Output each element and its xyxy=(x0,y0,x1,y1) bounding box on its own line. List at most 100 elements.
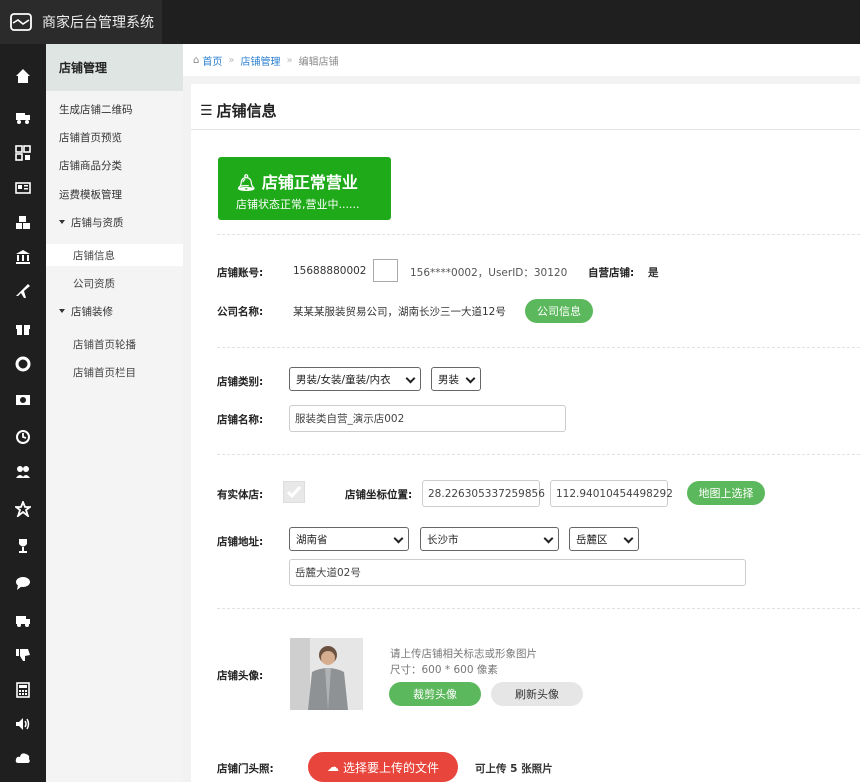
account-avatar-thumb xyxy=(373,259,398,282)
district-value: 岳麓区 xyxy=(576,533,608,546)
menu-item-columns[interactable]: 店铺首页栏目 xyxy=(46,361,183,383)
menu-sidebar: 店铺管理 生成店铺二维码 店铺首页预览 店铺商品分类 运费模板管理 店铺与资质 … xyxy=(46,44,183,782)
category-label: 店铺类别: xyxy=(217,376,264,388)
divider xyxy=(217,234,860,235)
main-area: ⌂ 首页 » 店铺管理 » 编辑店铺 ☰ 店铺信息 🔔︎ 店铺正常营业 店铺状态正… xyxy=(183,44,860,782)
divider xyxy=(217,454,860,455)
breadcrumb: ⌂ 首页 » 店铺管理 » 编辑店铺 xyxy=(183,44,860,76)
province-select[interactable]: 湖南省 xyxy=(289,527,409,551)
category-select-main[interactable]: 男装/女装/童装/内衣 xyxy=(289,367,421,391)
star-half-icon[interactable] xyxy=(0,497,46,521)
menu-head: 店铺管理 xyxy=(46,44,183,91)
panel-title: ☰ 店铺信息 xyxy=(200,100,277,121)
menu-item-preview[interactable]: 店铺首页预览 xyxy=(46,126,183,148)
icon-sidebar xyxy=(0,44,46,782)
shop-avatar-image xyxy=(290,638,363,710)
account-number: 15688880002 xyxy=(293,265,367,277)
upload-file-label: 选择要上传的文件 xyxy=(342,760,439,775)
status-badge: 🔔︎ 店铺正常营业 店铺状态正常,营业中...... xyxy=(218,157,391,220)
menu-item-category[interactable]: 店铺商品分类 xyxy=(46,154,183,176)
clock-icon[interactable] xyxy=(0,425,46,449)
account-label: 店铺账号: xyxy=(217,267,264,279)
latitude-input[interactable]: 28.226305337259856 xyxy=(422,480,545,507)
longitude-input[interactable]: 112.94010454498292 xyxy=(550,480,673,507)
home-icon[interactable] xyxy=(0,64,46,88)
account-info: 156****0002，UserID：30120 xyxy=(410,267,568,279)
self-operated-value: 是 xyxy=(648,267,659,279)
truck-icon[interactable] xyxy=(0,105,46,129)
physical-store-label: 有实体店: xyxy=(217,489,264,501)
avatar-label: 店铺头像: xyxy=(217,670,264,682)
cubes-icon[interactable] xyxy=(0,211,46,235)
address-label: 店铺地址: xyxy=(217,536,264,548)
menu-item-qrcode[interactable]: 生成店铺二维码 xyxy=(46,98,183,120)
self-operated-label: 自营店铺: xyxy=(588,267,635,279)
menu-item-freight[interactable]: 运费模板管理 xyxy=(46,183,183,205)
trophy-icon[interactable] xyxy=(0,534,46,558)
breadcrumb-home[interactable]: 首页 xyxy=(202,53,222,68)
shop-name-label: 店铺名称: xyxy=(217,414,264,426)
menu-item-carousel[interactable]: 店铺首页轮播 xyxy=(46,333,183,355)
qrcode-icon[interactable] xyxy=(0,141,46,165)
district-select[interactable]: 岳麓区 xyxy=(569,527,639,551)
menu-group-qualification[interactable]: 店铺与资质 xyxy=(46,211,183,233)
breadcrumb-separator: » xyxy=(228,54,235,66)
bell-icon: 🔔︎ xyxy=(236,173,257,192)
shipping-icon[interactable] xyxy=(0,608,46,632)
chevron-down-icon xyxy=(623,533,634,544)
company-info-button[interactable]: 公司信息 xyxy=(525,299,593,323)
users-icon[interactable] xyxy=(0,460,46,484)
category-select-sub[interactable]: 男装 xyxy=(431,367,481,391)
menu-item-company-qual[interactable]: 公司资质 xyxy=(46,272,183,294)
thumbs-down-icon[interactable] xyxy=(0,643,46,667)
refresh-avatar-button[interactable]: 刷新头像 xyxy=(491,682,583,706)
top-bar: 商家后台管理系统 xyxy=(0,0,860,44)
newspaper-icon[interactable] xyxy=(0,176,46,200)
coordinate-label: 店铺坐标位置: xyxy=(345,489,413,501)
menu-item-shop-info[interactable]: 店铺信息 xyxy=(46,244,183,266)
storefront-photo-label: 店铺门头照: xyxy=(217,763,274,775)
home-icon: ⌂ xyxy=(193,54,200,66)
menu-group-label: 店铺与资质 xyxy=(71,216,124,229)
caret-down-icon xyxy=(59,309,65,313)
brand[interactable]: 商家后台管理系统 xyxy=(0,0,162,44)
avatar-hint: 请上传店铺相关标志或形象图片 xyxy=(390,648,537,660)
bank-icon[interactable] xyxy=(0,245,46,269)
divider xyxy=(217,608,860,609)
breadcrumb-current: 编辑店铺 xyxy=(298,56,339,68)
money-icon[interactable] xyxy=(0,388,46,412)
physical-store-checkbox[interactable] xyxy=(283,481,305,503)
breadcrumb-separator: » xyxy=(286,54,293,66)
calculator-icon[interactable] xyxy=(0,678,46,702)
plane-icon[interactable] xyxy=(0,279,46,303)
street-input[interactable]: 岳麓大道02号 xyxy=(289,559,746,586)
category-select-main-value: 男装/女装/童装/内衣 xyxy=(296,373,391,386)
status-title: 🔔︎ 店铺正常营业 xyxy=(236,169,391,193)
panel-title-text: 店铺信息 xyxy=(216,102,277,120)
divider xyxy=(191,129,860,130)
upload-file-button[interactable]: ☁ 选择要上传的文件 xyxy=(308,752,458,782)
shop-name-input[interactable]: 服装类自营_演示店002 xyxy=(289,405,566,432)
province-value: 湖南省 xyxy=(296,533,328,546)
volume-icon[interactable] xyxy=(0,712,46,736)
cloud-icon[interactable] xyxy=(0,746,46,770)
check-icon xyxy=(286,486,302,499)
status-title-text: 店铺正常营业 xyxy=(261,173,358,192)
avatar-size-hint: 尺寸：600 * 600 像素 xyxy=(390,664,498,676)
company-label: 公司名称: xyxy=(217,306,264,318)
company-value: 某某某服装贸易公司，湖南长沙三一大道12号 xyxy=(293,306,506,318)
gift-icon[interactable] xyxy=(0,316,46,340)
avatar[interactable] xyxy=(290,638,363,710)
breadcrumb-shop[interactable]: 店铺管理 xyxy=(240,53,280,68)
map-select-button[interactable]: 地图上选择 xyxy=(687,481,765,505)
chevron-down-icon xyxy=(393,533,404,544)
chevron-down-icon xyxy=(465,373,476,384)
crop-avatar-button[interactable]: 裁剪头像 xyxy=(389,682,481,706)
comment-icon[interactable] xyxy=(0,571,46,595)
menu-group-decoration[interactable]: 店铺装修 xyxy=(46,300,183,322)
cloud-upload-icon: ☁ xyxy=(326,760,339,774)
shop-info-panel: ☰ 店铺信息 🔔︎ 店铺正常营业 店铺状态正常,营业中...... 店铺账号: 1… xyxy=(191,84,860,782)
divider xyxy=(217,347,860,348)
lifebuoy-icon[interactable] xyxy=(0,352,46,376)
city-select[interactable]: 长沙市 xyxy=(420,527,559,551)
